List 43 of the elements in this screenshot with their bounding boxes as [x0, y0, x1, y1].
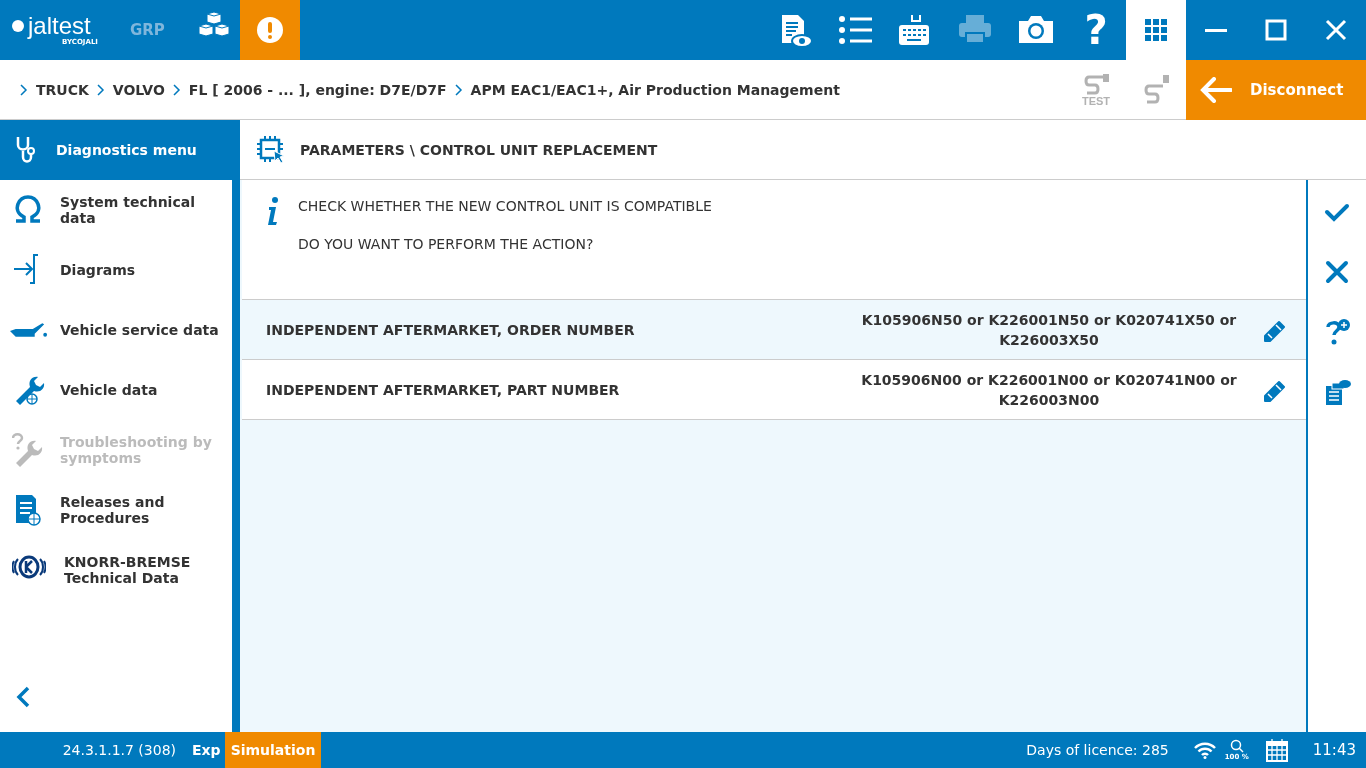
licence-text: Days of licence: 285 [1026, 742, 1170, 758]
oil-can-icon [10, 321, 48, 339]
list-icon [838, 13, 874, 47]
parameter-row[interactable]: INDEPENDENT AFTERMARKET, PART NUMBER K105906N00 or K226001N00 or K020741N00 or K226003N00 [242, 360, 1306, 420]
breadcrumb-link[interactable]: FL [ 2006 - ... ], engine: D7E/D7F [188, 81, 447, 98]
arrow-left-icon [1200, 76, 1232, 103]
message-text: DO YOU WANT TO PERFORM THE ACTION? [298, 236, 595, 252]
clock-text: 11:43 [1311, 741, 1357, 759]
alert-button[interactable] [240, 0, 300, 60]
chevron-icon [20, 83, 28, 96]
grid-icon [1145, 19, 1167, 41]
collapse-chevron-icon[interactable] [16, 686, 30, 708]
apps-button[interactable] [1126, 0, 1186, 60]
wifi-icon [1192, 741, 1217, 759]
parameter-label: INDEPENDENT AFTERMARKET, PART NUMBER [266, 381, 621, 398]
simulation-badge: Simulation [224, 732, 322, 768]
breadcrumb-link[interactable]: APM EAC1/EAC1+, Air Production Management [470, 81, 840, 98]
question-plus-icon [1323, 318, 1351, 346]
parameter-value: K105906N50 or K226001N50 or K020741X50 or K226003X50 [860, 310, 1238, 350]
parameter-label: INDEPENDENT AFTERMARKET, ORDER NUMBER [266, 321, 636, 338]
info-icon [266, 196, 280, 226]
chevron-icon [454, 83, 463, 96]
chip-cursor-icon [256, 134, 286, 165]
chevron-icon [172, 83, 181, 96]
help-button[interactable]: ? [1066, 0, 1126, 60]
sidebar-title: Diagnostics menu [56, 142, 197, 158]
close-icon [1325, 19, 1347, 41]
mode-label: GRP [130, 21, 166, 39]
maximize-icon [1265, 19, 1287, 41]
chevron-icon [96, 83, 105, 96]
minimize-icon [1205, 28, 1227, 32]
exp-label: Exp [192, 742, 222, 758]
breadcrumb-link[interactable]: TRUCK [36, 81, 89, 98]
documents-chat-icon [1323, 378, 1351, 406]
page-title: PARAMETERS \ CONTROL UNIT REPLACEMENT [300, 141, 658, 158]
message-text: CHECK WHETHER THE NEW CONTROL UNIT IS COMPATIBLE [298, 198, 712, 214]
parameter-value: K105906N00 or K226001N00 or K020741N00 or K226003N00 [860, 370, 1238, 410]
calendar-icon[interactable] [1265, 738, 1288, 762]
breadcrumb-link[interactable]: VOLVO [112, 81, 165, 98]
exclamation-icon [256, 16, 284, 44]
version-text: 24.3.1.1.7 (308) [61, 742, 177, 758]
cross-icon [1323, 258, 1351, 286]
magnifier-icon [1229, 739, 1244, 753]
